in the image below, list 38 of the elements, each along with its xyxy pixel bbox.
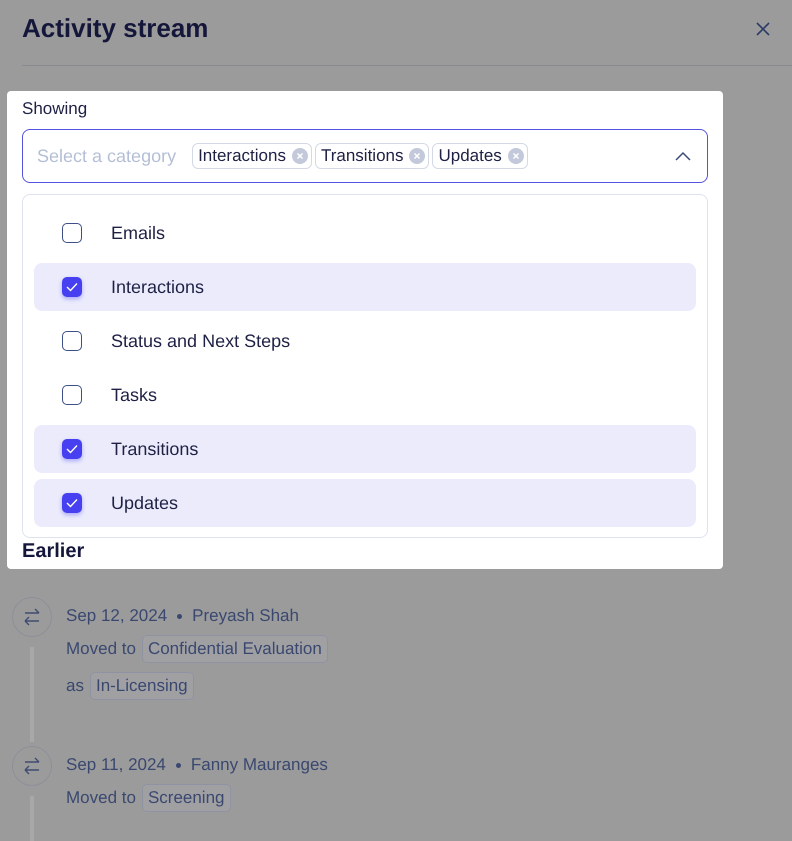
checkbox[interactable] <box>62 493 82 513</box>
section-heading: Earlier <box>22 540 84 563</box>
checkbox[interactable] <box>62 223 82 243</box>
checkmark-icon <box>66 444 78 454</box>
separator-dot <box>176 762 181 768</box>
chip-label: Transitions <box>320 146 404 166</box>
activity-date: Sep 11, 2024 <box>66 755 166 775</box>
category-option[interactable]: Tasks <box>34 371 696 419</box>
category-option[interactable]: Status and Next Steps <box>34 317 696 365</box>
stage-tag: In-Licensing <box>90 672 194 700</box>
separator-dot <box>177 614 182 618</box>
activity-text: as <box>66 676 84 696</box>
checkbox[interactable] <box>62 385 82 405</box>
chip-label: Interactions <box>198 146 286 166</box>
category-option[interactable]: Interactions <box>34 263 696 311</box>
checkbox[interactable] <box>62 439 82 459</box>
category-option[interactable]: Updates <box>34 479 696 527</box>
activity-author: Fanny Mauranges <box>190 755 328 775</box>
category-option[interactable]: Emails <box>34 209 696 257</box>
activity-text: Moved to <box>66 639 136 659</box>
filter-label: Showing <box>22 99 88 119</box>
category-option[interactable]: Transitions <box>34 425 696 473</box>
checkmark-icon <box>66 498 78 508</box>
checkbox[interactable] <box>62 331 82 351</box>
stage-tag: Confidential Evaluation <box>142 635 328 663</box>
drawer-title: Activity stream <box>22 13 208 44</box>
chip-label: Updates <box>438 146 502 166</box>
checkmark-icon <box>66 282 78 292</box>
swap-arrows-icon <box>12 746 52 786</box>
select-placeholder: Select a category <box>37 146 176 166</box>
close-icon[interactable] <box>756 22 770 36</box>
swap-arrows-icon <box>12 597 52 637</box>
caret-icon <box>675 151 691 161</box>
activity-author: Preyash Shah <box>192 606 299 626</box>
stage-tag: Screening <box>142 784 230 812</box>
checkbox[interactable] <box>62 277 82 297</box>
activity-date: Sep 12, 2024 <box>66 606 168 626</box>
activity-text: Moved to <box>66 788 136 808</box>
